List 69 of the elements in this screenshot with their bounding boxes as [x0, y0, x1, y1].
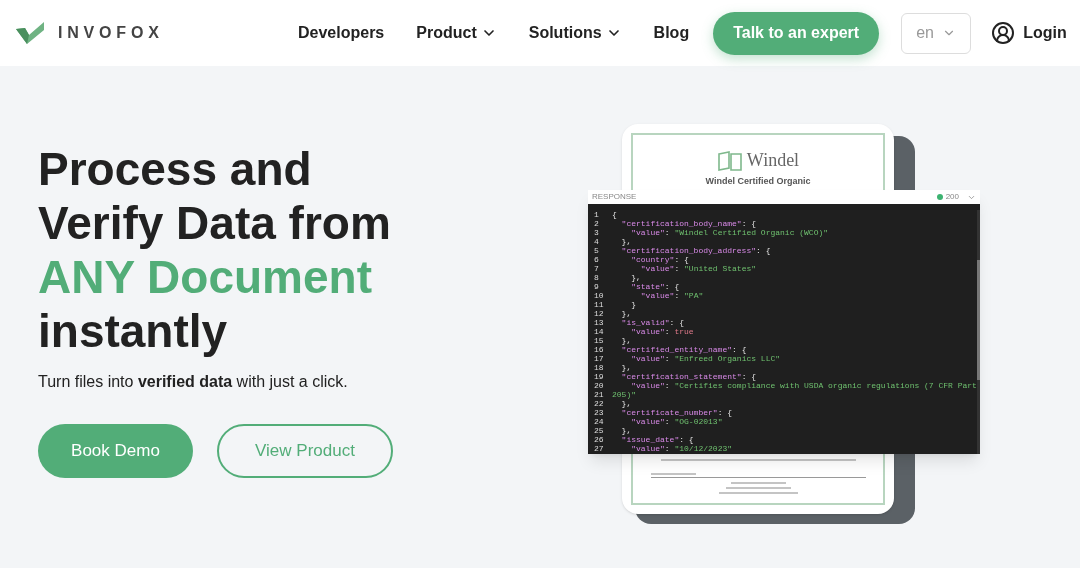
code-line: "certification_statement": { [620, 372, 757, 381]
line-number: 22 [593, 399, 605, 408]
line-number: 15 [593, 336, 605, 345]
code-line: "issue_date": { [620, 435, 694, 444]
code-line: }, [620, 309, 632, 318]
headline-line: Verify Data from [38, 196, 391, 250]
line-number: 12 [593, 309, 605, 318]
line-number: 16 [593, 345, 605, 354]
line-number: 11 [593, 300, 605, 309]
code-line: 205)" [612, 390, 636, 399]
line-number: 4 [593, 237, 600, 246]
line-number: 18 [593, 363, 605, 372]
document-brand: Windel [746, 149, 800, 172]
code-line: "country": { [630, 255, 689, 264]
line-number: 24 [593, 417, 605, 426]
code-line: "certified_entity_name": { [620, 345, 747, 354]
code-line: "value": "PA" [639, 291, 704, 300]
line-number: 6 [593, 255, 600, 264]
code-line: }, [620, 336, 632, 345]
code-line: "is_valid": { [620, 318, 684, 327]
code-line: "value": "Windel Certified Organic (WCO)" [630, 228, 829, 237]
code-line: "value": "OG-02013" [630, 417, 723, 426]
line-number: 13 [593, 318, 605, 327]
brand-wordmark[interactable]: INVOFOX [58, 21, 164, 45]
code-line: "state": { [630, 282, 680, 291]
nav-link[interactable]: Solutions [528, 21, 622, 45]
line-number: 21 [593, 390, 605, 399]
line-number: 9 [593, 282, 600, 291]
line-number: 8 [593, 273, 600, 282]
code-line: }, [630, 273, 641, 282]
code-line: }, [620, 399, 632, 408]
code-line: }, [620, 426, 632, 435]
code-line: "value": true [630, 327, 694, 336]
panel-title: RESPONSE [592, 191, 638, 203]
line-number: 5 [593, 246, 600, 255]
code-line: "certification_body_name": { [620, 219, 757, 228]
headline-line: instantly [38, 304, 228, 358]
code-line: "certification_body_address": { [620, 246, 771, 255]
line-number: 3 [593, 228, 600, 237]
nav-link[interactable]: Product [416, 21, 497, 45]
code-line: { [612, 210, 617, 219]
line-number: 23 [593, 408, 605, 417]
subtitle: Turn files into verified data with just a click. [38, 372, 349, 392]
line-number: 27 [593, 444, 605, 453]
headline-line: ANY Document [38, 250, 372, 304]
status-code: 200 [945, 191, 959, 203]
code-line: "value": "United States" [639, 264, 757, 273]
code-line: }, [620, 237, 632, 246]
code-line: "value": "10/12/2023" [630, 444, 733, 453]
login-link[interactable]: Login [991, 21, 1067, 45]
line-number: 7 [593, 264, 600, 273]
line-number: 25 [593, 426, 605, 435]
code-line: }, [620, 363, 632, 372]
line-number: 14 [593, 327, 605, 336]
line-number: 2 [593, 219, 600, 228]
document-title: Windel Certified Organic [705, 176, 811, 187]
line-number: 20 [593, 381, 605, 390]
code-line: "certificate_number": { [620, 408, 733, 417]
line-number: 19 [593, 372, 605, 381]
code-line: "value": "Enfreed Organics LLC" [630, 354, 781, 363]
headline-line: Process and [38, 142, 312, 196]
line-number: 26 [593, 435, 605, 444]
code-line: } [630, 300, 636, 309]
code-line: "value": "Certifies compliance with USDA organic regulations (7 CFR Part [630, 381, 977, 390]
line-number: 10 [593, 291, 605, 300]
nav-link[interactable]: Developers [298, 21, 385, 45]
line-number: 17 [593, 354, 605, 363]
nav-link[interactable]: Blog [653, 21, 690, 45]
line-number: 1 [593, 210, 600, 219]
